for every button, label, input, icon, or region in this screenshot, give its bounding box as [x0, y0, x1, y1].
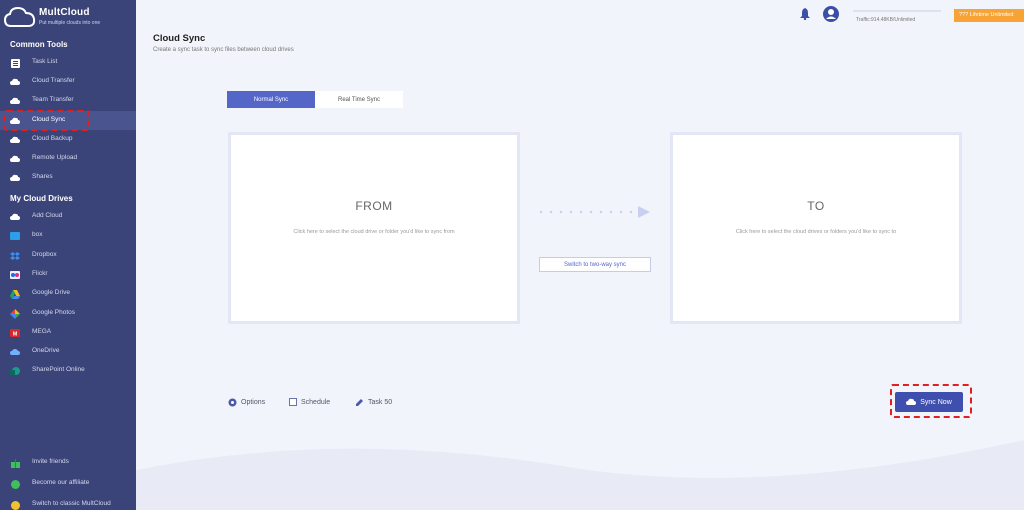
sidebar-item-onedrive[interactable]: OneDrive [0, 342, 136, 361]
page-title: Cloud Sync [153, 33, 206, 44]
sidebar-item-remote-upload[interactable]: Remote Upload [0, 149, 136, 168]
tab-real-time-sync[interactable]: Real Time Sync [315, 91, 403, 108]
sidebar-item-label: Add Cloud [32, 212, 63, 219]
remote-upload-icon [10, 154, 20, 164]
user-icon [826, 9, 836, 19]
sidebar-item-label: SharePoint Online [32, 366, 85, 373]
app-tagline: Put multiple clouds into one [39, 20, 101, 26]
task-name-label: Task 50 [368, 398, 393, 406]
traffic-bar [853, 10, 941, 12]
cloud-backup-icon [10, 135, 20, 145]
sidebar-item-box[interactable]: box [0, 226, 136, 245]
team-transfer-icon [10, 96, 20, 106]
lifetime-unlimited-button[interactable]: ??? Lifetime Unlimited [954, 9, 1024, 22]
google-drive-icon [10, 289, 20, 299]
my-cloud-drives-title: My Cloud Drives [10, 194, 73, 203]
sidebar-item-add-cloud[interactable]: Add Cloud [0, 207, 136, 226]
from-panel[interactable]: FROM Click here to select the cloud driv… [228, 132, 520, 324]
sidebar-item-google-drive[interactable]: Google Drive [0, 284, 136, 303]
sidebar-item-mega[interactable]: M MEGA [0, 323, 136, 342]
sidebar-item-dropbox[interactable]: Dropbox [0, 246, 136, 265]
sidebar-item-team-transfer[interactable]: Team Transfer [0, 91, 136, 110]
page-subtitle: Create a sync task to sync files between… [153, 47, 294, 53]
schedule-checkbox[interactable]: Schedule [288, 396, 330, 408]
affiliate-icon [10, 479, 20, 489]
dropbox-icon [10, 251, 20, 261]
to-panel[interactable]: TO Click here to select the cloud drives… [670, 132, 962, 324]
sidebar-item-label: Invite friends [32, 458, 69, 465]
app-name: MultCloud [39, 7, 90, 18]
sidebar-item-google-photos[interactable]: Google Photos [0, 304, 136, 323]
common-tools-title: Common Tools [10, 40, 68, 49]
from-hint: Click here to select the cloud drive or … [293, 229, 455, 235]
flickr-icon [10, 270, 20, 280]
switch-icon [10, 500, 20, 510]
sidebar-item-label: Team Transfer [32, 96, 74, 103]
cloud-logo-icon [4, 6, 36, 27]
sync-now-button[interactable]: Sync Now [895, 392, 963, 412]
cloud-sync-highlight [4, 110, 90, 131]
share-icon [10, 173, 20, 183]
sidebar-item-affiliate[interactable]: Become our affiliate [0, 474, 136, 493]
google-photos-icon [10, 309, 20, 319]
sidebar-item-switch-classic[interactable]: Switch to classic MultCloud [0, 495, 136, 510]
sidebar-item-label: MEGA [32, 328, 52, 335]
avatar[interactable] [823, 6, 839, 22]
sync-now-label: Sync Now [920, 398, 952, 406]
traffic-text: Traffic:914.48KB/Unlimited [856, 17, 916, 23]
options-label: Options [241, 398, 266, 406]
sidebar-item-label: Shares [32, 173, 53, 180]
svg-text:M: M [13, 331, 18, 337]
cloud-transfer-icon [10, 77, 20, 87]
sidebar-item-label: Switch to classic MultCloud [32, 500, 111, 507]
switch-two-way-sync-button[interactable]: Switch to two-way sync [539, 257, 651, 272]
schedule-label: Schedule [301, 398, 331, 406]
sidebar-item-label: Task List [32, 58, 58, 65]
sidebar-item-label: Dropbox [32, 251, 57, 258]
top-bar: Traffic:914.48KB/Unlimited ??? Lifetime … [136, 0, 1024, 30]
to-title: TO [807, 199, 825, 213]
sidebar-item-label: Google Drive [32, 289, 70, 296]
sidebar: MultCloud Put multiple clouds into one C… [0, 0, 136, 510]
direction-arrow-icon [539, 206, 650, 218]
sidebar-item-flickr[interactable]: Flickr [0, 265, 136, 284]
sidebar-item-label: OneDrive [32, 347, 60, 354]
from-title: FROM [355, 199, 393, 213]
checkbox-icon[interactable] [288, 398, 297, 407]
sync-mode-tabs: Normal Sync Real Time Sync [227, 91, 403, 108]
app-logo[interactable]: MultCloud Put multiple clouds into one [4, 4, 134, 32]
sharepoint-icon [10, 366, 20, 376]
mega-icon: M [10, 328, 20, 338]
sidebar-item-label: Become our affiliate [32, 479, 90, 486]
sidebar-item-shares[interactable]: Shares [0, 168, 136, 187]
task-name-edit[interactable]: Task 50 [355, 396, 392, 408]
sidebar-item-label: Remote Upload [32, 154, 78, 161]
background-wave [136, 440, 1024, 510]
sidebar-item-label: box [32, 231, 43, 238]
sidebar-item-label: Google Photos [32, 309, 76, 316]
to-hint: Click here to select the cloud drives or… [735, 229, 897, 235]
sidebar-item-sharepoint[interactable]: SharePoint Online [0, 361, 136, 380]
gear-icon [228, 398, 237, 407]
box-icon [10, 231, 20, 241]
tab-normal-sync[interactable]: Normal Sync [227, 91, 315, 108]
sidebar-item-cloud-backup[interactable]: Cloud Backup [0, 130, 136, 149]
pencil-icon [355, 398, 364, 407]
gift-icon [10, 458, 20, 468]
bell-icon[interactable] [800, 8, 810, 20]
sidebar-item-task-list[interactable]: Task List [0, 53, 136, 72]
options-button[interactable]: Options [228, 396, 265, 408]
cloud-sync-icon [906, 398, 917, 405]
list-icon [10, 58, 20, 68]
sidebar-item-label: Flickr [32, 270, 48, 277]
sidebar-item-label: Cloud Backup [32, 135, 73, 142]
onedrive-icon [10, 347, 20, 357]
sidebar-item-invite-friends[interactable]: Invite friends [0, 453, 136, 472]
add-cloud-icon [10, 212, 20, 222]
sidebar-item-cloud-transfer[interactable]: Cloud Transfer [0, 72, 136, 91]
sidebar-item-label: Cloud Transfer [32, 77, 75, 84]
